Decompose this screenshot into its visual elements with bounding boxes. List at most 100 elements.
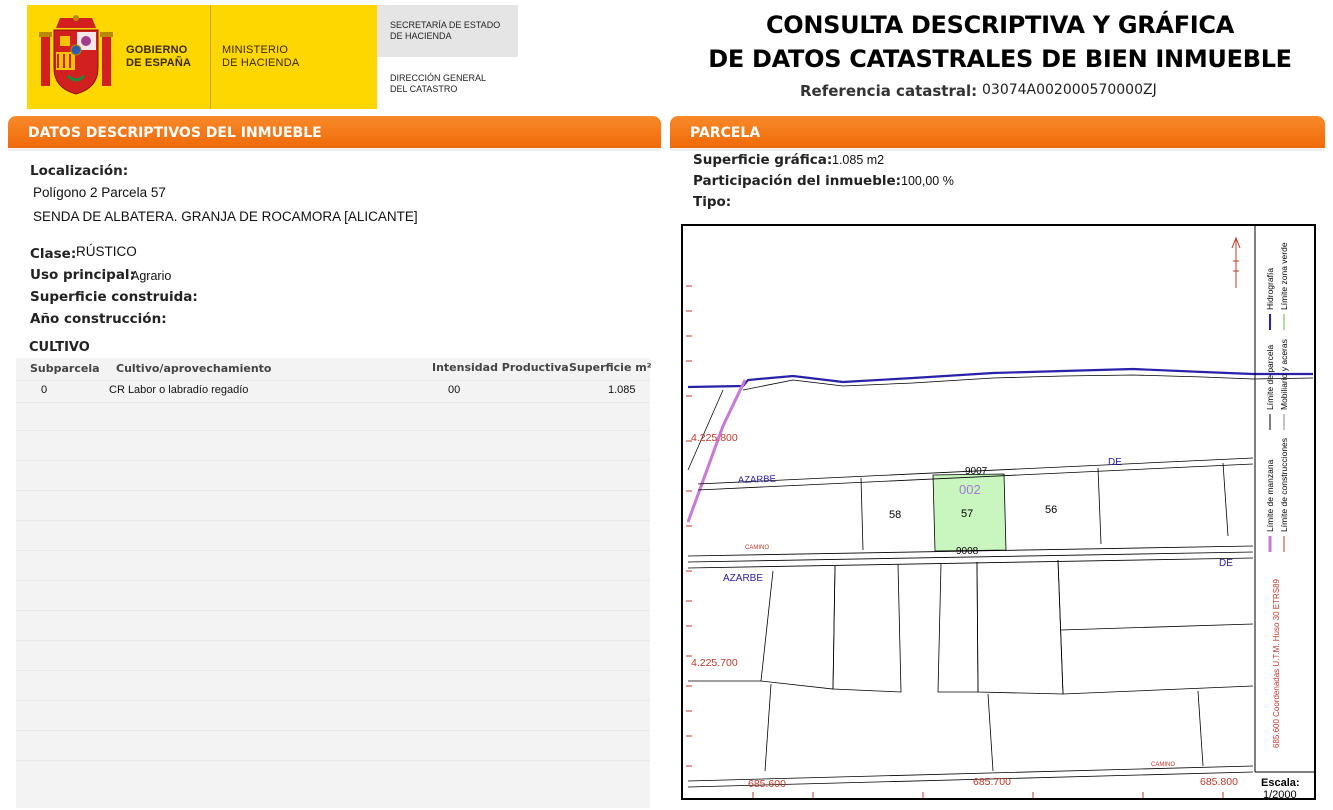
column-header-intensidad: Intensidad Productiva — [432, 361, 569, 374]
escala-label: Escala: — [1261, 777, 1300, 789]
label-camino-mid: CAMINO — [745, 545, 769, 551]
secretaria-text: SECRETARÍA DE ESTADO DE HACIENDA — [390, 20, 500, 42]
table-row-divider — [16, 460, 650, 461]
coord-x-1: 685.600 — [748, 778, 786, 790]
table-row-divider — [16, 380, 650, 381]
parcel-outline — [760, 565, 836, 690]
label-de-bottom: DE — [1219, 558, 1233, 569]
coord-x-2: 685.700 — [973, 776, 1011, 788]
coat-of-arms-icon — [39, 15, 113, 95]
map-legend: Hidrografía Límite zona verde Límite de … — [1265, 242, 1289, 748]
cell-intensidad: 00 — [448, 384, 461, 396]
clase-value: RÚSTICO — [76, 244, 137, 259]
table-row-divider — [16, 490, 650, 491]
north-arrow-icon — [1231, 236, 1241, 288]
referencia-value: 03074A002000570000ZJ — [982, 82, 1157, 98]
secretaria-line1: SECRETARÍA DE ESTADO — [390, 20, 501, 30]
legend-zona-verde: Límite zona verde — [1279, 242, 1289, 310]
table-row-divider — [16, 430, 650, 431]
parcel-line — [1097, 467, 1102, 545]
legend-limite-construcciones: Límite de construcciones — [1279, 438, 1289, 532]
tipo-label: Tipo: — [693, 194, 732, 210]
cultivo-table — [16, 358, 650, 808]
label-camino-bottom: CAMINO — [1151, 762, 1175, 768]
uso-principal-label: Uso principal: — [30, 267, 135, 283]
parcel-line — [687, 389, 724, 471]
superficie-construida-label: Superficie construida: — [30, 289, 198, 305]
section-title-parcela: PARCELA — [670, 116, 1325, 148]
localizacion-line1: Polígono 2 Parcela 57 — [33, 185, 166, 200]
cell-subparcela: 0 — [41, 384, 48, 396]
poligono-code: 002 — [959, 482, 981, 497]
coord-y-bottom: 4.225.700 — [691, 657, 738, 669]
participacion-value: 100,00 % — [901, 174, 954, 188]
parcel-line — [1062, 685, 1254, 695]
clase-label: Clase: — [30, 246, 77, 262]
parcel-outline — [832, 563, 902, 693]
secretaria-line2: DE HACIENDA — [390, 31, 452, 41]
cell-cultivo: CR Labor o labradío regadío — [109, 384, 249, 396]
table-row-divider — [16, 700, 650, 701]
road-edge — [687, 557, 1254, 569]
referencia-label: Referencia catastral: — [800, 82, 978, 100]
section-underline-right — [670, 148, 1325, 151]
table-row-divider — [16, 670, 650, 671]
table-row-divider — [16, 580, 650, 581]
ministerio-text: MINISTERIO DE HACIENDA — [222, 44, 299, 70]
legend-hidrografia: Hidrografía — [1265, 268, 1275, 310]
label-azarbe-bottom: AZARBE — [723, 573, 763, 584]
column-header-subparcela: Subparcela — [30, 362, 100, 375]
gobierno-line1: GOBIERNO — [126, 44, 188, 56]
superficie-grafica-label: Superficie gráfica: — [693, 152, 833, 168]
road-code-9007: 9007 — [965, 466, 988, 477]
localizacion-label: Localización: — [30, 163, 129, 179]
parcel-line — [764, 683, 772, 772]
column-header-cultivo: Cultivo/aprovechamiento — [116, 362, 272, 375]
parcel-57: 57 — [961, 508, 973, 520]
parcel-line — [987, 693, 994, 772]
page-title-line2: DE DATOS CATASTRALES DE BIEN INMUEBLE — [708, 45, 1292, 73]
parcel-line — [1060, 623, 1254, 631]
table-row-divider — [16, 402, 650, 403]
page-title: CONSULTA DESCRIPTIVA Y GRÁFICA DE DATOS … — [690, 8, 1310, 76]
uso-principal-value: Agrario — [131, 269, 172, 283]
label-de-top: DE — [1108, 457, 1122, 468]
map-drawing: 4.225.800 4.225.700 685.600 685.700 685.… — [686, 226, 1314, 798]
superficie-grafica-value: 1.085 m2 — [832, 153, 885, 167]
escala-value: 1/2000 — [1263, 789, 1297, 798]
road-code-9008: 9008 — [956, 546, 979, 557]
legend-coordenadas: 685.600 Coordenadas U.T.M. Huso 30 ETRS8… — [1272, 578, 1281, 748]
gobierno-text: GOBIERNO DE ESPAÑA — [126, 44, 191, 70]
coord-x-3: 685.800 — [1200, 776, 1238, 788]
table-row-divider — [16, 550, 650, 551]
parcel-line — [1222, 462, 1229, 537]
table-row-divider — [16, 760, 650, 761]
parcel-line — [1057, 559, 1064, 695]
ministerio-line1: MINISTERIO — [222, 44, 289, 56]
participacion-label: Participación del inmueble: — [693, 173, 902, 189]
ministerio-line2: DE HACIENDA — [222, 57, 300, 69]
direccion-line2: DEL CATASTRO — [390, 84, 458, 94]
table-row-divider — [16, 610, 650, 611]
anio-construccion-label: Año construcción: — [30, 311, 167, 327]
legend-limite-manzana: Límite de manzana — [1265, 459, 1275, 532]
parcel-56: 56 — [1045, 504, 1057, 516]
cultivo-title: CULTIVO — [29, 340, 90, 355]
gobierno-line2: DE ESPAÑA — [126, 57, 192, 69]
legend-limite-parcela: Límite de parcela — [1265, 345, 1275, 410]
cell-superficie: 1.085 — [608, 384, 636, 396]
section-underline-left — [8, 148, 661, 151]
page-title-line1: CONSULTA DESCRIPTIVA Y GRÁFICA — [765, 11, 1235, 39]
localizacion-line2: SENDA DE ALBATERA. GRANJA DE ROCAMORA [A… — [33, 209, 418, 224]
column-header-superficie: Superficie m² — [569, 361, 652, 374]
hydro-bank-line — [742, 374, 1314, 391]
direccion-general-text: DIRECCIÓN GENERAL DEL CATASTRO — [390, 73, 486, 95]
coord-y-top: 4.225.800 — [691, 432, 738, 444]
parcel-line — [1197, 690, 1204, 767]
table-row-divider — [16, 640, 650, 641]
parcel-outline — [976, 559, 1064, 695]
table-row-divider — [16, 520, 650, 521]
logo-divider — [210, 5, 211, 109]
parcel-outline — [937, 561, 979, 693]
section-title-datos: DATOS DESCRIPTIVOS DEL INMUEBLE — [8, 116, 661, 148]
